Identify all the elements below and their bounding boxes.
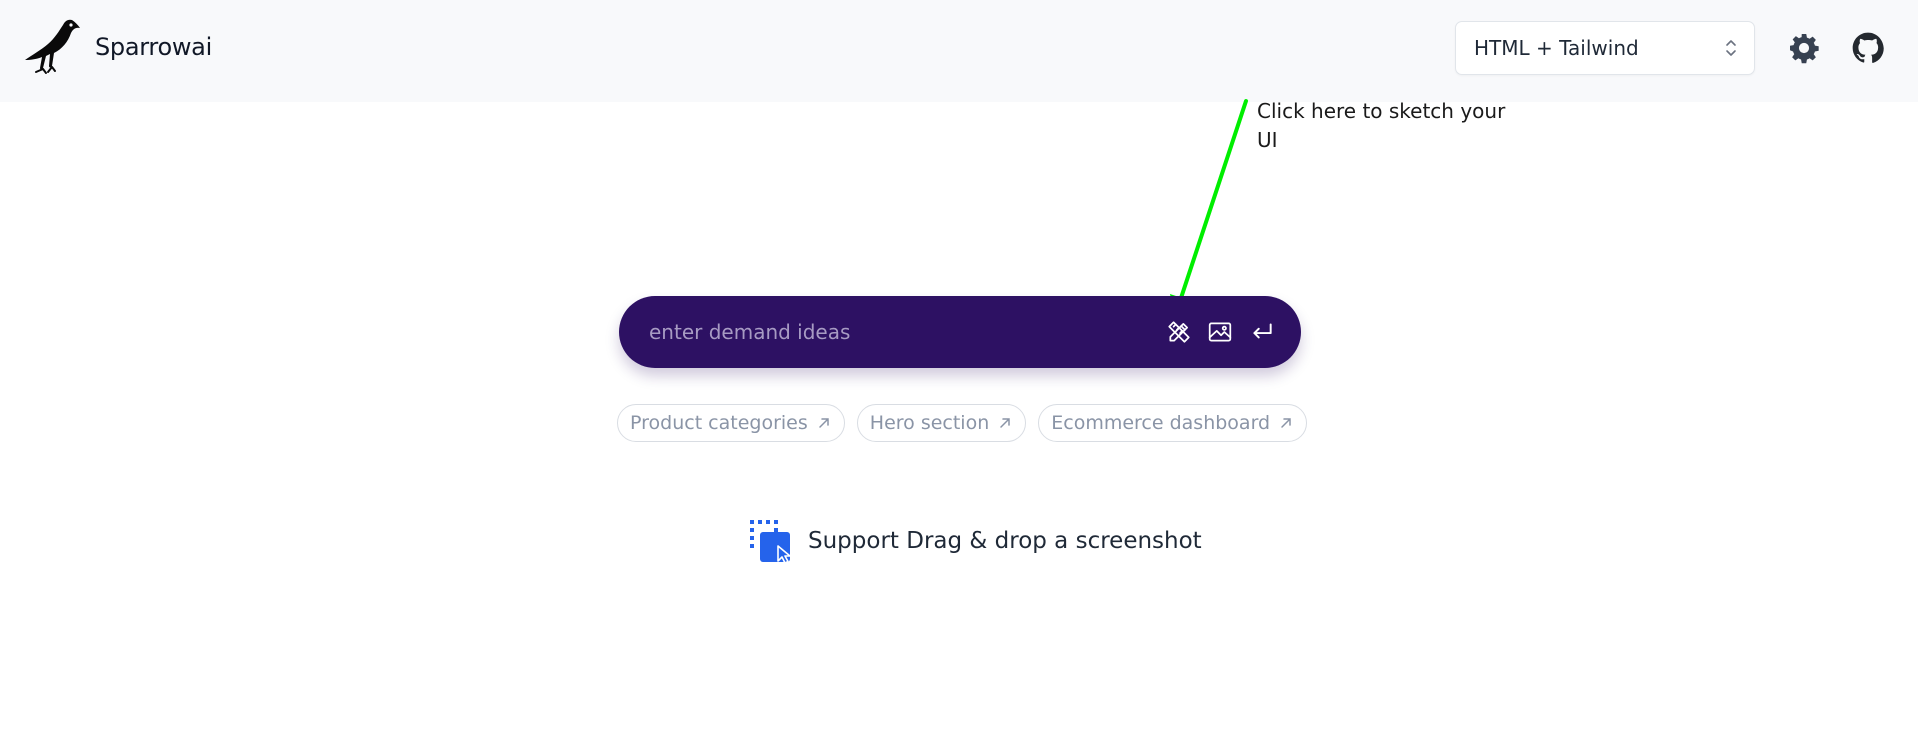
annotation-text: Click here to sketch your UI xyxy=(1257,99,1506,152)
top-header: Sparrowai HTML + Tailwind xyxy=(0,0,1918,102)
suggestion-chip-label: Product categories xyxy=(630,412,808,434)
brand[interactable]: Sparrowai xyxy=(22,16,212,78)
brand-name: Sparrowai xyxy=(95,33,212,61)
arrow-up-right-icon xyxy=(1281,418,1291,428)
pencil-ruler-icon[interactable] xyxy=(1166,319,1192,345)
annotation-arrow xyxy=(1170,99,1248,317)
prompt-input[interactable] xyxy=(649,296,1129,368)
framework-select[interactable]: HTML + Tailwind xyxy=(1455,21,1755,75)
framework-select-value: HTML + Tailwind xyxy=(1474,36,1639,60)
suggestion-chips: Product categories Hero section Ecommerc… xyxy=(617,404,1308,442)
suggestion-chip-ecommerce-dashboard[interactable]: Ecommerce dashboard xyxy=(1038,404,1308,442)
arrow-up-right-icon xyxy=(1000,418,1010,428)
arrow-up-right-icon xyxy=(819,418,829,428)
gear-icon[interactable] xyxy=(1788,32,1820,64)
prompt-bar xyxy=(619,296,1301,368)
suggestion-chip-product-categories[interactable]: Product categories xyxy=(617,404,845,442)
suggestion-chip-hero-section[interactable]: Hero section xyxy=(856,404,1027,442)
sparrow-bird-icon xyxy=(25,19,80,74)
chevron-up-down-icon xyxy=(1726,40,1736,56)
suggestion-chip-label: Hero section xyxy=(869,412,990,434)
github-icon[interactable] xyxy=(1852,32,1884,64)
suggestion-chip-label: Ecommerce dashboard xyxy=(1051,412,1271,434)
drag-drop-text: Support Drag & drop a screenshot xyxy=(808,528,1202,554)
enter-arrow-icon[interactable] xyxy=(1249,319,1275,345)
drag-drop-zone[interactable]: Support Drag & drop a screenshot xyxy=(748,518,1202,564)
image-icon[interactable] xyxy=(1207,319,1233,345)
drag-drop-icon xyxy=(750,520,791,564)
